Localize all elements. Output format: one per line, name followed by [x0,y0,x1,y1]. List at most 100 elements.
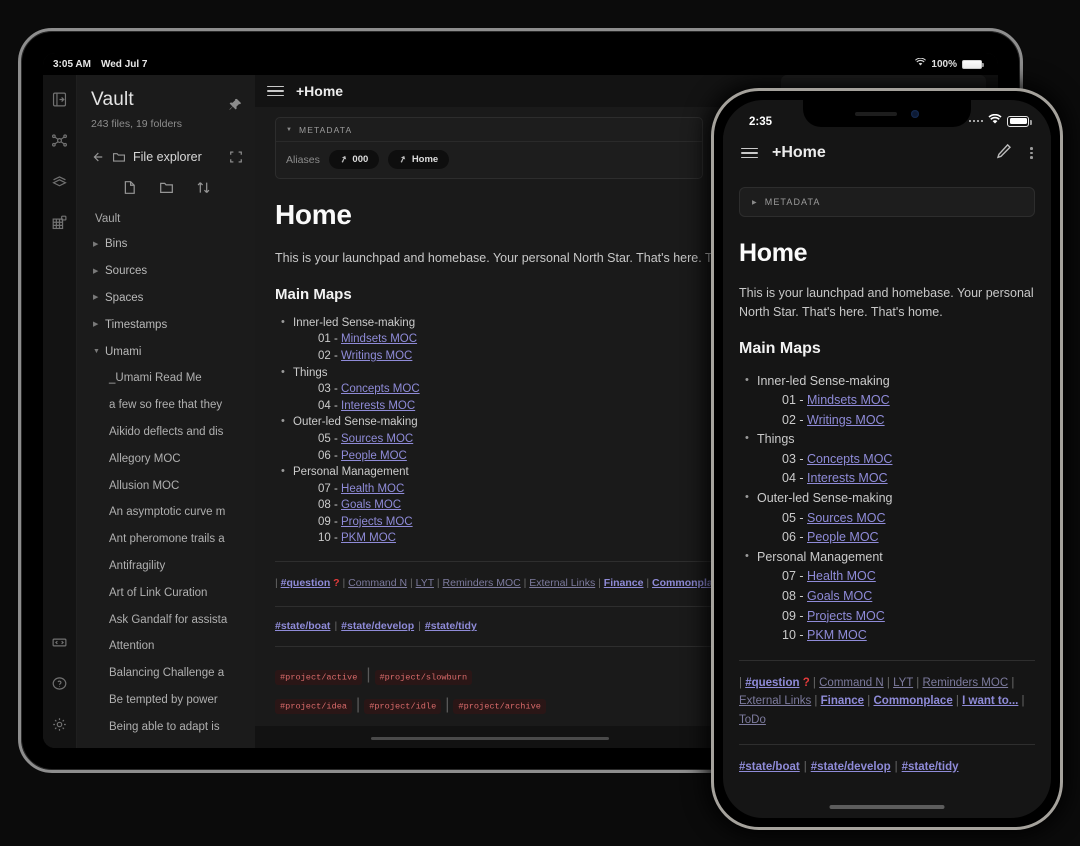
chevron-right-icon[interactable]: ▶ [93,268,100,275]
map-item-link[interactable]: Mindsets MOC [807,393,890,407]
tablet-status-date: Wed Jul 7 [101,59,148,70]
state-tag-link[interactable]: #state/boat [275,620,330,632]
quick-link[interactable]: #question [281,577,331,589]
settings-gear-icon[interactable] [50,714,70,734]
project-tag[interactable]: #project/idle [364,699,441,714]
quick-link[interactable]: External Links [529,577,595,589]
tree-file-row[interactable]: Antifragility [77,553,255,580]
map-item-link[interactable]: Concepts MOC [341,383,420,395]
metadata-collapsed-panel[interactable]: ▶ METADATA [739,187,1035,217]
tree-folder-row[interactable]: ▼Umami [77,338,255,365]
pencil-icon[interactable] [996,143,1012,164]
tree-folder-row[interactable]: ▶Sources [77,258,255,285]
quick-link[interactable]: I want to... [962,695,1018,707]
map-item-link[interactable]: Interests MOC [807,471,888,485]
state-tag-link[interactable]: #state/tidy [902,761,959,773]
code-brackets-icon[interactable] [50,632,70,652]
map-item-link[interactable]: Mindsets MOC [341,333,417,345]
metadata-header[interactable]: ▼ METADATA [276,118,702,142]
back-arrow-icon[interactable] [89,149,104,164]
project-tag[interactable]: #project/active [275,670,362,685]
hamburger-menu-icon[interactable] [267,86,284,97]
horizontal-scrollbar[interactable] [371,737,609,740]
tree-folder-row[interactable]: ▶Bins [77,231,255,258]
hamburger-menu-icon[interactable] [741,148,758,159]
card-stack-icon[interactable] [50,171,70,191]
state-tag-link[interactable]: #state/boat [739,761,800,773]
project-tag[interactable]: #project/idea [275,699,352,714]
help-icon[interactable] [50,673,70,693]
tree-file-row[interactable]: Allegory MOC [77,445,255,472]
map-group-label: Inner-led Sense-making [757,374,890,388]
tree-folder-row[interactable]: ▶Spaces [77,285,255,312]
tree-file-row[interactable]: _Umami Read Me [77,365,255,392]
quick-link[interactable]: Commonplace [873,695,952,707]
map-item-link[interactable]: People MOC [807,530,879,544]
map-item-link[interactable]: Health MOC [341,483,404,495]
quick-link[interactable]: External Links [739,695,811,707]
quick-link[interactable]: #question [745,677,799,689]
map-item-link[interactable]: Concepts MOC [807,452,892,466]
map-item-link[interactable]: Goals MOC [807,589,872,603]
tree-file-row[interactable]: Allusion MOC [77,472,255,499]
chevron-right-icon[interactable]: ▶ [93,241,100,248]
map-item-link[interactable]: People MOC [341,450,407,462]
chevron-right-icon[interactable]: ▶ [93,321,100,328]
tree-file-row[interactable]: Aikido deflects and dis [77,419,255,446]
home-indicator[interactable] [830,805,945,809]
alias-value: Home [412,154,438,165]
tree-file-row[interactable]: Ant pheromone trails a [77,526,255,553]
tree-file-row[interactable]: Ask Gandalf for assista [77,606,255,633]
alias-chip[interactable]: ➚ Home [388,150,449,169]
map-item-link[interactable]: Goals MOC [341,499,401,511]
alias-chip[interactable]: ➚ 000 [329,150,379,169]
map-item-link[interactable]: Interests MOC [341,400,415,412]
state-tag-link[interactable]: #state/develop [811,761,891,773]
map-item-link[interactable]: Projects MOC [807,609,885,623]
tree-file-row[interactable]: a few so free that they [77,392,255,419]
map-item-link[interactable]: PKM MOC [807,628,867,642]
tree-file-row[interactable]: Balancing Challenge a [77,660,255,687]
map-item-link[interactable]: Sources MOC [807,511,886,525]
map-item-number: 08 - [318,499,341,511]
quick-link[interactable]: Reminders MOC [443,577,521,589]
quick-link[interactable]: ToDo [739,714,766,726]
quick-link[interactable]: Command N [348,577,407,589]
map-item-link[interactable]: Writings MOC [341,350,412,362]
expand-icon[interactable] [228,149,243,164]
quick-link[interactable]: LYT [893,677,913,689]
quick-link[interactable]: Finance [821,695,864,707]
phone-screen: 2:35 +Home [723,100,1051,818]
tree-file-row[interactable]: Be tempted by power [77,687,255,714]
state-tag-link[interactable]: #state/develop [341,620,414,632]
quick-link[interactable]: LYT [416,577,434,589]
state-tag-link[interactable]: #state/tidy [425,620,477,632]
new-folder-icon[interactable] [159,180,174,195]
graph-view-icon[interactable] [50,130,70,150]
left-icon-rail [43,75,77,748]
map-item-link[interactable]: Sources MOC [341,433,413,445]
map-item-link[interactable]: PKM MOC [341,532,396,544]
project-tag[interactable]: #project/slowburn [375,670,473,685]
map-item-link[interactable]: Health MOC [807,569,876,583]
chevron-right-icon[interactable]: ▶ [93,294,100,301]
quick-link[interactable]: Reminders MOC [923,677,1009,689]
quick-link[interactable]: Finance [604,577,644,589]
project-tag[interactable]: #project/archive [453,699,546,714]
sort-icon[interactable] [196,180,211,195]
kebab-menu-icon[interactable] [1030,147,1033,159]
tree-file-row[interactable]: Being able to adapt is [77,713,255,740]
tree-folder-row[interactable]: ▶Timestamps [77,311,255,338]
pin-icon[interactable] [227,97,243,113]
open-note-icon[interactable] [50,89,70,109]
map-item-number: 04 - [318,400,341,412]
quick-link[interactable]: Command N [819,677,884,689]
tree-file-row[interactable]: Art of Link Curation [77,579,255,606]
map-item-link[interactable]: Writings MOC [807,413,885,427]
new-note-icon[interactable] [122,180,137,195]
chevron-down-icon[interactable]: ▼ [93,348,100,355]
map-item-link[interactable]: Projects MOC [341,516,413,528]
canvas-grid-icon[interactable] [50,212,70,232]
tree-file-row[interactable]: Attention [77,633,255,660]
tree-file-row[interactable]: An asymptotic curve m [77,499,255,526]
